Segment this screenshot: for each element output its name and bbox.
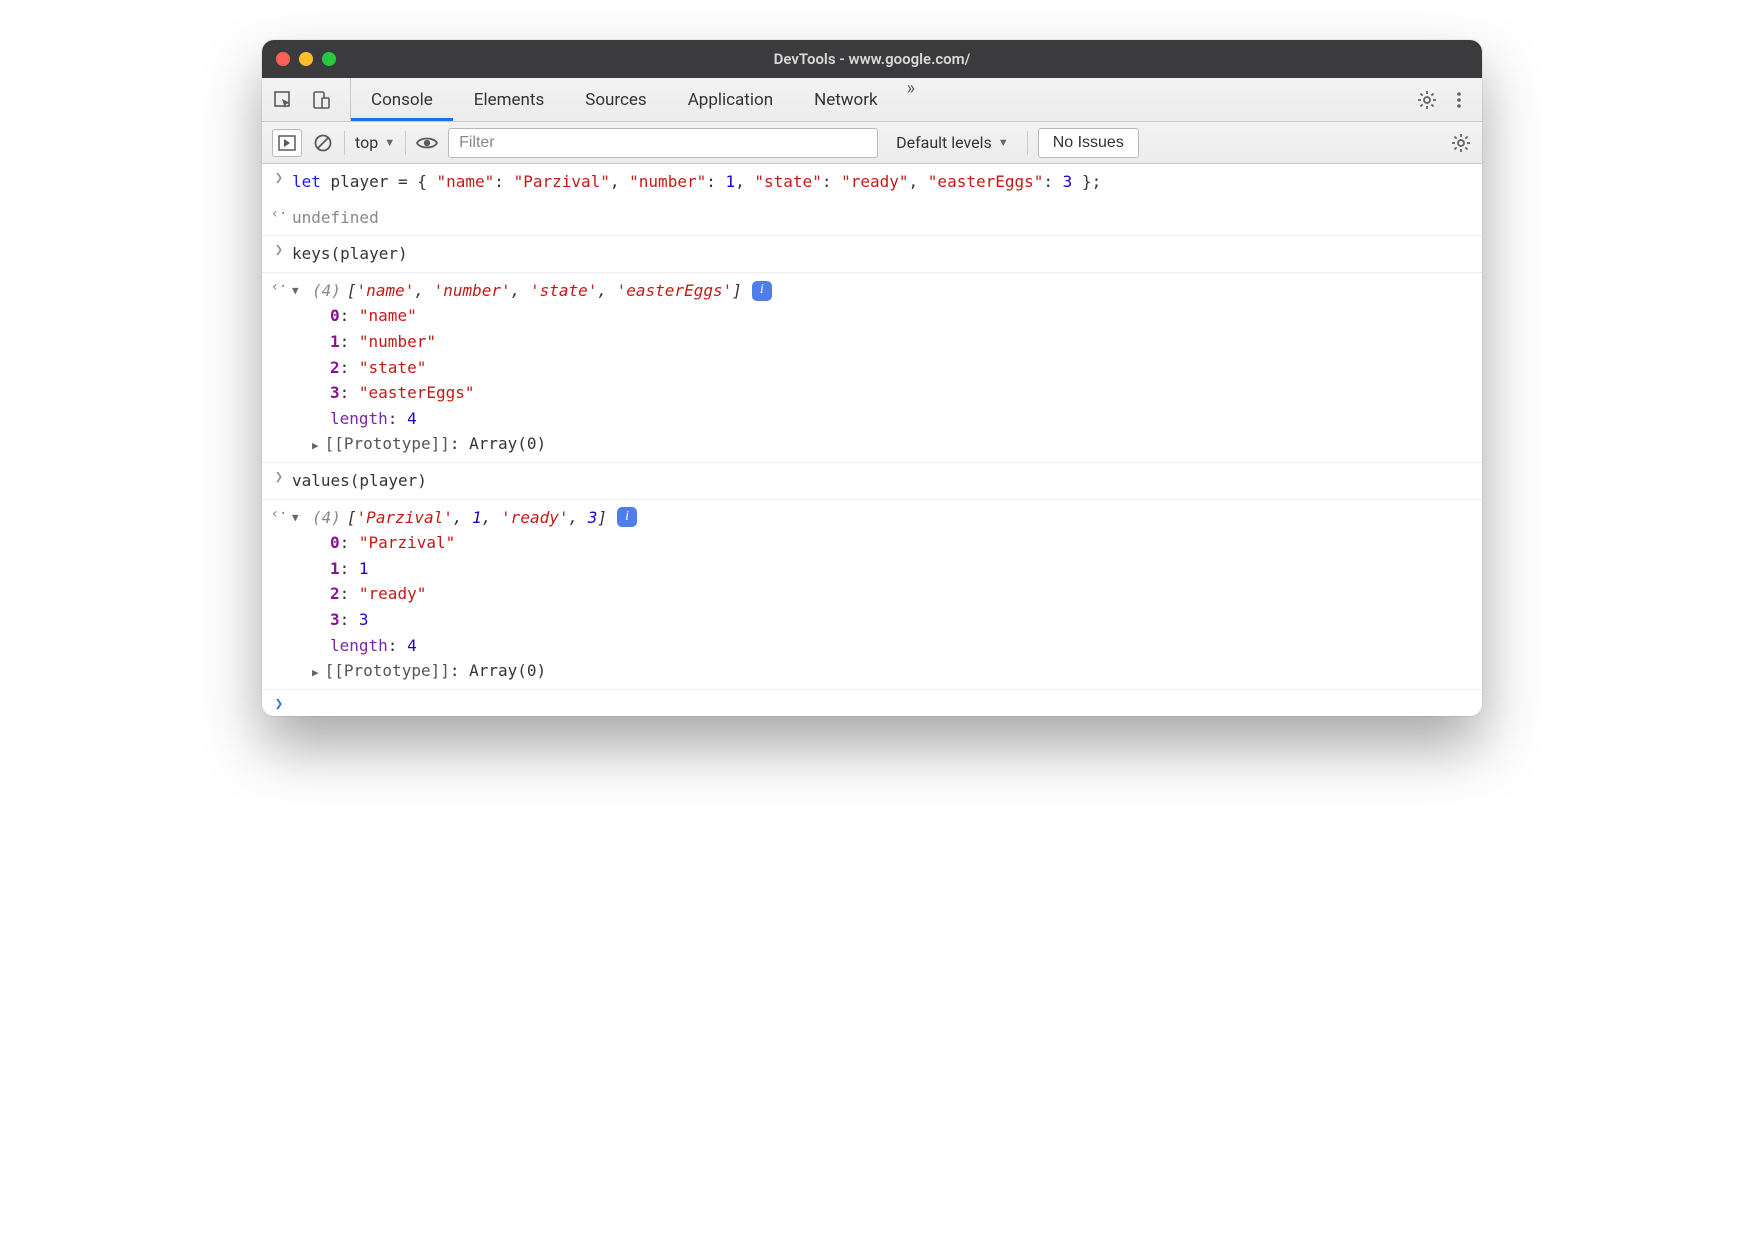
- levels-label: Default levels: [896, 133, 992, 152]
- console-input-row: ❯ keys(player): [262, 236, 1482, 273]
- expand-toggle-icon[interactable]: ▶: [312, 666, 319, 679]
- expand-toggle-icon[interactable]: ▼: [292, 509, 306, 527]
- array-prototype[interactable]: ▶[[Prototype]]: Array(0): [312, 658, 1474, 684]
- console-input-row: ❯ let player = { "name": "Parzival", "nu…: [262, 164, 1482, 200]
- tabs-row: Console Elements Sources Application Net…: [262, 78, 1482, 122]
- tab-application[interactable]: Application: [668, 78, 794, 121]
- log-levels-selector[interactable]: Default levels ▼: [888, 133, 1017, 152]
- console-toolbar: top ▼ Default levels ▼ No Issues: [262, 122, 1482, 164]
- more-menu-icon[interactable]: [1448, 89, 1470, 111]
- chevron-down-icon: ▼: [384, 136, 395, 149]
- array-entry[interactable]: 0: "Parzival": [330, 530, 1474, 556]
- array-length: length: 4: [330, 633, 1474, 659]
- array-preview: ['Parzival', 1, 'ready', 3]: [347, 505, 607, 531]
- tab-sources[interactable]: Sources: [565, 78, 667, 121]
- more-tabs-button[interactable]: »: [899, 78, 923, 121]
- array-count: (4): [312, 505, 341, 531]
- info-icon[interactable]: i: [752, 281, 772, 301]
- context-label: top: [355, 133, 378, 152]
- array-summary[interactable]: ▼ (4) ['Parzival', 1, 'ready', 3] i: [292, 505, 1474, 531]
- minimize-button[interactable]: [299, 52, 313, 66]
- filter-input[interactable]: [448, 128, 878, 158]
- titlebar: DevTools - www.google.com/: [262, 40, 1482, 78]
- gear-icon[interactable]: [1450, 132, 1472, 154]
- tab-network[interactable]: Network: [794, 78, 899, 121]
- output-arrow-icon: ‹·: [268, 277, 290, 295]
- tab-label: Network: [814, 90, 878, 110]
- code-line[interactable]: keys(player): [290, 240, 1482, 268]
- console-result-row: ‹· ▼ (4) ['Parzival', 1, 'ready', 3] i 0…: [262, 500, 1482, 690]
- console-result-row: ‹· undefined: [262, 200, 1482, 237]
- array-preview: ['name', 'number', 'state', 'easterEggs'…: [347, 278, 742, 304]
- tab-label: Application: [688, 90, 773, 110]
- tab-console[interactable]: Console: [351, 78, 454, 121]
- window-controls: [276, 52, 336, 66]
- array-entry[interactable]: 3: "easterEggs": [330, 380, 1474, 406]
- live-expression-icon[interactable]: [416, 132, 438, 154]
- array-result: ▼ (4) ['Parzival', 1, 'ready', 3] i 0: "…: [290, 504, 1482, 685]
- prompt-arrow-icon: ❯: [268, 694, 290, 712]
- array-length: length: 4: [330, 406, 1474, 432]
- device-toggle-icon[interactable]: [310, 89, 332, 111]
- array-count: (4): [312, 278, 341, 304]
- input-arrow-icon: ❯: [268, 467, 290, 485]
- result-value: undefined: [290, 204, 1482, 232]
- close-button[interactable]: [276, 52, 290, 66]
- maximize-button[interactable]: [322, 52, 336, 66]
- divider: [405, 131, 406, 155]
- array-entries: 0: "Parzival"1: 12: "ready"3: 3length: 4…: [292, 530, 1474, 684]
- code-line[interactable]: values(player): [290, 467, 1482, 495]
- tab-elements[interactable]: Elements: [454, 78, 565, 121]
- console-prompt-row[interactable]: ❯: [262, 690, 1482, 716]
- array-entry[interactable]: 1: 1: [330, 556, 1474, 582]
- tabs-right: [1416, 78, 1476, 121]
- array-entry[interactable]: 2: "ready": [330, 581, 1474, 607]
- gear-icon[interactable]: [1416, 89, 1438, 111]
- output-arrow-icon: ‹·: [268, 204, 290, 222]
- devtools-window: DevTools - www.google.com/ Console Eleme…: [262, 40, 1482, 716]
- tabs-left-icons: [272, 78, 350, 121]
- array-summary[interactable]: ▼ (4) ['name', 'number', 'state', 'easte…: [292, 278, 1474, 304]
- clear-console-icon[interactable]: [312, 132, 334, 154]
- toggle-sidebar-icon[interactable]: [272, 129, 302, 157]
- issues-button[interactable]: No Issues: [1038, 128, 1139, 158]
- input-arrow-icon: ❯: [268, 168, 290, 186]
- expand-toggle-icon[interactable]: ▼: [292, 282, 306, 300]
- window-title: DevTools - www.google.com/: [262, 50, 1482, 68]
- console-input-row: ❯ values(player): [262, 463, 1482, 500]
- array-entry[interactable]: 3: 3: [330, 607, 1474, 633]
- inspect-icon[interactable]: [272, 89, 294, 111]
- console-body: ❯ let player = { "name": "Parzival", "nu…: [262, 164, 1482, 716]
- divider: [344, 131, 345, 155]
- expand-toggle-icon[interactable]: ▶: [312, 439, 319, 452]
- array-result: ▼ (4) ['name', 'number', 'state', 'easte…: [290, 277, 1482, 458]
- input-arrow-icon: ❯: [268, 240, 290, 258]
- prompt-input[interactable]: [290, 694, 1482, 696]
- info-icon[interactable]: i: [617, 507, 637, 527]
- array-prototype[interactable]: ▶[[Prototype]]: Array(0): [312, 431, 1474, 457]
- output-arrow-icon: ‹·: [268, 504, 290, 522]
- tab-label: Console: [371, 90, 433, 110]
- array-entry[interactable]: 1: "number": [330, 329, 1474, 355]
- code-line[interactable]: let player = { "name": "Parzival", "numb…: [290, 168, 1482, 196]
- chevron-down-icon: ▼: [998, 136, 1009, 149]
- context-selector[interactable]: top ▼: [355, 133, 395, 152]
- tab-label: Sources: [585, 90, 646, 110]
- console-result-row: ‹· ▼ (4) ['name', 'number', 'state', 'ea…: [262, 273, 1482, 463]
- tabs: Console Elements Sources Application Net…: [350, 78, 899, 121]
- array-entry[interactable]: 0: "name": [330, 303, 1474, 329]
- array-entries: 0: "name"1: "number"2: "state"3: "easter…: [292, 303, 1474, 457]
- divider: [1027, 131, 1028, 155]
- array-entry[interactable]: 2: "state": [330, 355, 1474, 381]
- tab-label: Elements: [474, 90, 544, 110]
